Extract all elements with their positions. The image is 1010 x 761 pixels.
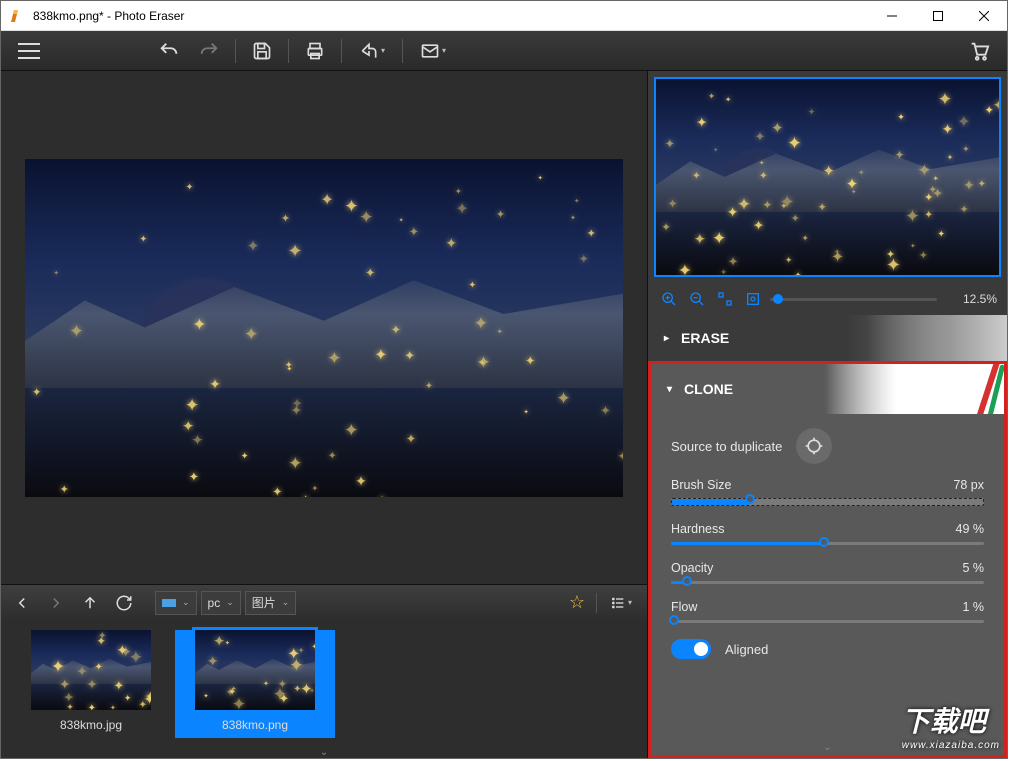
close-button[interactable] — [961, 1, 1007, 31]
maximize-button[interactable] — [915, 1, 961, 31]
hamburger-icon — [18, 43, 40, 59]
slider-label: Flow — [671, 600, 697, 614]
zoom-100-button[interactable] — [742, 288, 764, 310]
path-segment-pictures[interactable]: 图片⌄ — [245, 591, 297, 615]
thumbnail-label: 838kmo.png — [175, 718, 335, 732]
print-button[interactable] — [295, 35, 335, 67]
email-button[interactable]: ▾ — [409, 35, 457, 67]
minimize-button[interactable] — [869, 1, 915, 31]
aligned-toggle[interactable] — [671, 639, 711, 659]
slider-label: Brush Size — [671, 478, 731, 492]
zoom-out-button[interactable] — [686, 288, 708, 310]
chevron-down-icon: ⌄ — [226, 597, 234, 608]
source-label: Source to duplicate — [671, 439, 782, 454]
chevron-down-icon: ▾ — [442, 46, 446, 55]
source-picker-button[interactable] — [796, 428, 832, 464]
slider-track[interactable] — [671, 620, 984, 623]
favorite-button[interactable]: ☆ — [562, 589, 592, 617]
zoom-controls: 12.5% — [648, 283, 1007, 315]
panel-header-clone[interactable]: ▾ CLONE — [651, 364, 1004, 414]
drive-icon — [162, 597, 176, 609]
slider-brush size: Brush Size 78 px — [671, 478, 984, 506]
thumbnail-label: 838kmo.jpg — [11, 718, 171, 732]
main-image: ✦✦✦✦✦✦✦✦✦✦✦✦✦✦✦✦✦✦✦✦✦✦✦✦✦✦✦✦✦✦✦✦✦✦✦✦✦✦✦✦… — [25, 159, 623, 497]
titlebar: 838kmo.png* - Photo Eraser — [1, 1, 1007, 31]
nav-back-button[interactable] — [7, 589, 37, 617]
chevron-down-icon: ▾ — [381, 46, 385, 55]
resize-handle-icon[interactable]: ⌄ — [320, 747, 328, 758]
save-button[interactable] — [242, 35, 282, 67]
slider-track[interactable] — [671, 498, 984, 506]
zoom-value: 12.5% — [953, 292, 997, 306]
slider-value: 49 % — [956, 522, 985, 536]
resize-handle-icon[interactable]: ⌄ — [823, 742, 831, 753]
undo-button[interactable] — [149, 35, 189, 67]
right-panel: ✦✦✦✦✦✦✦✦✦✦✦✦✦✦✦✦✦✦✦✦✦✦✦✦✦✦✦✦✦✦✦✦✦✦✦✦✦✦✦✦… — [647, 71, 1007, 758]
window-title: 838kmo.png* - Photo Eraser — [33, 9, 869, 23]
slider-flow: Flow 1 % — [671, 600, 984, 623]
slider-value: 78 px — [953, 478, 984, 492]
slider-value: 1 % — [962, 600, 984, 614]
zoom-slider[interactable] — [770, 298, 937, 301]
erase-label: ERASE — [681, 330, 729, 346]
chevron-down-icon: ⌄ — [182, 597, 190, 608]
chevron-down-icon: ⌄ — [282, 597, 290, 608]
nav-refresh-button[interactable] — [109, 589, 139, 617]
eraser-decoration — [867, 315, 1007, 361]
preview-image[interactable]: ✦✦✦✦✦✦✦✦✦✦✦✦✦✦✦✦✦✦✦✦✦✦✦✦✦✦✦✦✦✦✦✦✦✦✦✦✦✦✦✦… — [654, 77, 1001, 277]
slider-track[interactable] — [671, 581, 984, 584]
nav-forward-button[interactable] — [41, 589, 71, 617]
view-options-button[interactable]: ▾ — [601, 589, 641, 617]
clone-label: CLONE — [684, 381, 733, 397]
menu-button[interactable] — [9, 35, 49, 67]
slider-value: 5 % — [962, 561, 984, 575]
chevron-right-icon: ▸ — [664, 333, 669, 344]
nav-up-button[interactable] — [75, 589, 105, 617]
zoom-in-button[interactable] — [658, 288, 680, 310]
slider-track[interactable] — [671, 542, 984, 545]
slider-label: Hardness — [671, 522, 725, 536]
chevron-down-icon: ▾ — [628, 598, 632, 607]
panel-clone: ▾ CLONE Source to duplicate Brush Size 7… — [648, 361, 1007, 758]
zoom-fit-button[interactable] — [714, 288, 736, 310]
cart-button[interactable] — [959, 35, 999, 67]
slider-opacity: Opacity 5 % — [671, 561, 984, 584]
file-browser-toolbar: ⌄ pc⌄ 图片⌄ ☆ ▾ — [1, 584, 647, 620]
aligned-label: Aligned — [725, 642, 768, 657]
thumbnail-item[interactable]: ✦✦✦✦✦✦✦✦✦✦✦✦✦✦✦✦✦✦✦✦ 838kmo.jpg — [11, 630, 171, 732]
path-segment-pc[interactable]: pc⌄ — [201, 591, 241, 615]
crosshair-icon — [804, 436, 824, 456]
main-toolbar: ▾ ▾ — [1, 31, 1007, 71]
app-icon — [9, 8, 25, 24]
thumbnail-item[interactable]: ✦✦✦✦✦✦✦✦✦✦✦✦✦✦✦✦✦✦✦✦ 838kmo.png — [175, 630, 335, 738]
thumbnail-strip: ✦✦✦✦✦✦✦✦✦✦✦✦✦✦✦✦✦✦✦✦ 838kmo.jpg ✦✦✦✦✦✦✦✦… — [1, 620, 647, 758]
share-button[interactable]: ▾ — [348, 35, 396, 67]
redo-button[interactable] — [189, 35, 229, 67]
path-segment-root[interactable]: ⌄ — [155, 591, 197, 615]
panel-header-erase[interactable]: ▸ ERASE — [648, 315, 1007, 361]
chevron-down-icon: ▾ — [667, 384, 672, 395]
sketch-decoration — [824, 364, 1004, 414]
slider-label: Opacity — [671, 561, 713, 575]
slider-hardness: Hardness 49 % — [671, 522, 984, 545]
canvas-area[interactable]: ✦✦✦✦✦✦✦✦✦✦✦✦✦✦✦✦✦✦✦✦✦✦✦✦✦✦✦✦✦✦✦✦✦✦✦✦✦✦✦✦… — [1, 71, 647, 584]
